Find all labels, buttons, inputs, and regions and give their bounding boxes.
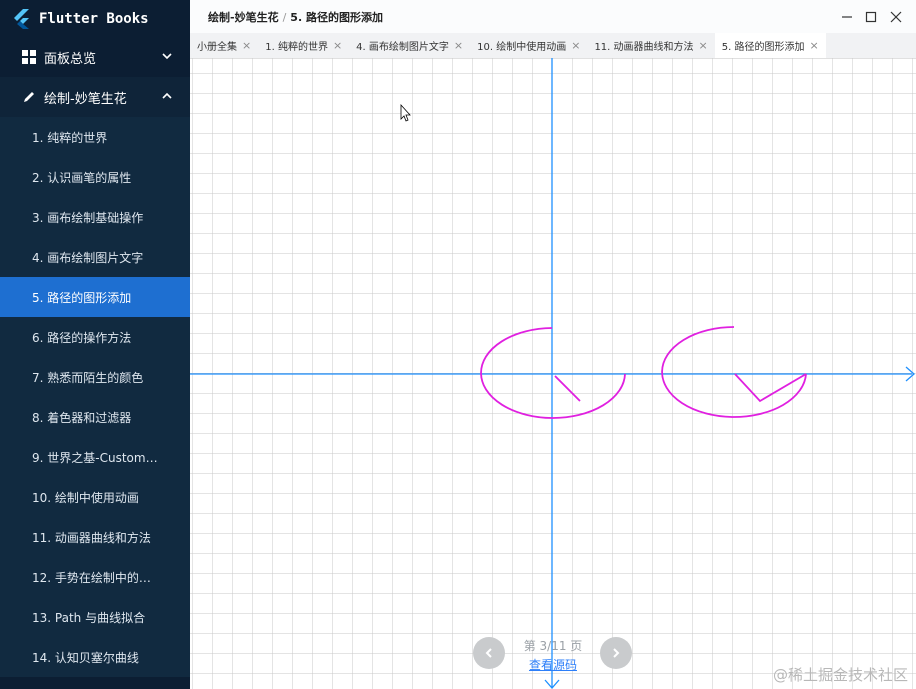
- app-title: Flutter Books: [39, 10, 149, 27]
- maximize-icon: [865, 11, 877, 22]
- tab-close-icon[interactable]: ×: [454, 39, 463, 52]
- sidebar-item-label: 2. 认识画笔的属性: [32, 170, 132, 185]
- close-icon: [890, 11, 902, 22]
- sidebar-group-overview[interactable]: 面板总览: [0, 37, 190, 77]
- sidebar-group-label: 绘制-妙笔生花: [44, 91, 127, 107]
- tab-close-icon[interactable]: ×: [333, 39, 342, 52]
- tab-close-icon[interactable]: ×: [699, 39, 708, 52]
- dashboard-icon: [22, 50, 36, 64]
- sidebar-item[interactable]: 4. 画布绘制图片文字: [0, 237, 190, 277]
- sidebar: Flutter Books 面板总览 绘制-妙笔生花 1. 纯粹的世界 2. 认…: [0, 0, 190, 689]
- sidebar-group-drawing[interactable]: 绘制-妙笔生花: [0, 77, 190, 117]
- sidebar-item-label: 14. 认知贝塞尔曲线: [32, 650, 139, 665]
- page-indicator: 第 3/11 页: [523, 639, 583, 653]
- tab-close-icon[interactable]: ×: [809, 39, 818, 52]
- sidebar-item-label: 12. 手势在绘制中的…: [32, 570, 151, 585]
- sidebar-item-label: 4. 画布绘制图片文字: [32, 250, 144, 265]
- breadcrumb-separator: /: [282, 10, 287, 24]
- sidebar-item-label: 8. 着色器和过滤器: [32, 410, 132, 425]
- tab-label: 4. 画布绘制图片文字: [356, 42, 449, 53]
- sidebar-items: 1. 纯粹的世界 2. 认识画笔的属性 3. 画布绘制基础操作 4. 画布绘制图…: [0, 117, 190, 677]
- tab-close-icon[interactable]: ×: [242, 39, 251, 52]
- sidebar-item-label: 5. 路径的图形添加: [32, 290, 132, 305]
- breadcrumb: 绘制-妙笔生花/5. 路径的图形添加: [208, 9, 383, 25]
- sidebar-item[interactable]: 2. 认识画笔的属性: [0, 157, 190, 197]
- pen-icon: [24, 92, 34, 102]
- tab-label: 5. 路径的图形添加: [721, 42, 805, 53]
- prev-page-button[interactable]: [473, 637, 505, 669]
- view-source-link[interactable]: 查看源码: [513, 656, 593, 673]
- sidebar-item[interactable]: 9. 世界之基-Custom…: [0, 437, 190, 477]
- close-window-button[interactable]: [879, 0, 913, 33]
- sidebar-item[interactable]: 12. 手势在绘制中的…: [0, 557, 190, 597]
- sidebar-item-label: 3. 画布绘制基础操作: [32, 210, 144, 225]
- tab-label: 11. 动画器曲线和方法: [594, 42, 694, 53]
- tab[interactable]: 4. 画布绘制图片文字 ×: [349, 33, 470, 58]
- tab[interactable]: 11. 动画器曲线和方法 ×: [587, 33, 714, 58]
- sidebar-item[interactable]: 14. 认知贝塞尔曲线: [0, 637, 190, 677]
- sidebar-item-label: 13. Path 与曲线拟合: [32, 610, 146, 625]
- title-bar: 绘制-妙笔生花/5. 路径的图形添加: [190, 0, 916, 33]
- chevron-up-icon: [162, 92, 172, 99]
- sidebar-item-label: 1. 纯粹的世界: [32, 130, 108, 145]
- flutter-logo-icon: [14, 8, 29, 29]
- tab-active[interactable]: 5. 路径的图形添加 ×: [714, 33, 826, 58]
- sidebar-item[interactable]: 10. 绘制中使用动画: [0, 477, 190, 517]
- sidebar-item[interactable]: 3. 画布绘制基础操作: [0, 197, 190, 237]
- chevron-left-icon: [485, 648, 492, 658]
- breadcrumb-current: 5. 路径的图形添加: [290, 10, 383, 24]
- sidebar-item-label: 6. 路径的操作方法: [32, 330, 132, 345]
- minimize-icon: [842, 15, 852, 18]
- pager: 第 3/11 页 查看源码: [473, 637, 633, 673]
- sidebar-group-label: 面板总览: [44, 51, 97, 67]
- tab-label: 10. 绘制中使用动画: [477, 42, 567, 53]
- breadcrumb-parent[interactable]: 绘制-妙笔生花: [208, 11, 279, 24]
- tab-bar: 小册全集 × 1. 纯粹的世界 × 4. 画布绘制图片文字 × 10. 绘制中使用动画…: [190, 33, 916, 59]
- watermark: @稀土掘金技术社区: [772, 666, 908, 684]
- app-brand: Flutter Books: [0, 0, 190, 37]
- sidebar-item-active[interactable]: 5. 路径的图形添加: [0, 277, 190, 317]
- sidebar-item[interactable]: 6. 路径的操作方法: [0, 317, 190, 357]
- tab[interactable]: 1. 纯粹的世界 ×: [258, 33, 349, 58]
- tab-label: 小册全集: [197, 42, 237, 53]
- drawing-canvas[interactable]: [190, 58, 916, 689]
- sidebar-item[interactable]: 8. 着色器和过滤器: [0, 397, 190, 437]
- sidebar-item-label: 10. 绘制中使用动画: [32, 490, 139, 505]
- sidebar-item-label: 9. 世界之基-Custom…: [32, 450, 158, 465]
- sidebar-item[interactable]: 7. 熟悉而陌生的颜色: [0, 357, 190, 397]
- next-page-button[interactable]: [600, 637, 632, 669]
- sidebar-item[interactable]: 13. Path 与曲线拟合: [0, 597, 190, 637]
- sidebar-item-label: 7. 熟悉而陌生的颜色: [32, 370, 144, 385]
- chevron-right-icon: [613, 648, 620, 658]
- sidebar-item[interactable]: 1. 纯粹的世界: [0, 117, 190, 157]
- tab-label: 1. 纯粹的世界: [265, 42, 328, 53]
- chevron-down-icon: [162, 53, 172, 60]
- sidebar-item[interactable]: 11. 动画器曲线和方法: [0, 517, 190, 557]
- sidebar-item-label: 11. 动画器曲线和方法: [32, 530, 151, 545]
- tab[interactable]: 小册全集 ×: [190, 33, 258, 58]
- tab[interactable]: 10. 绘制中使用动画 ×: [470, 33, 587, 58]
- tab-close-icon[interactable]: ×: [571, 39, 580, 52]
